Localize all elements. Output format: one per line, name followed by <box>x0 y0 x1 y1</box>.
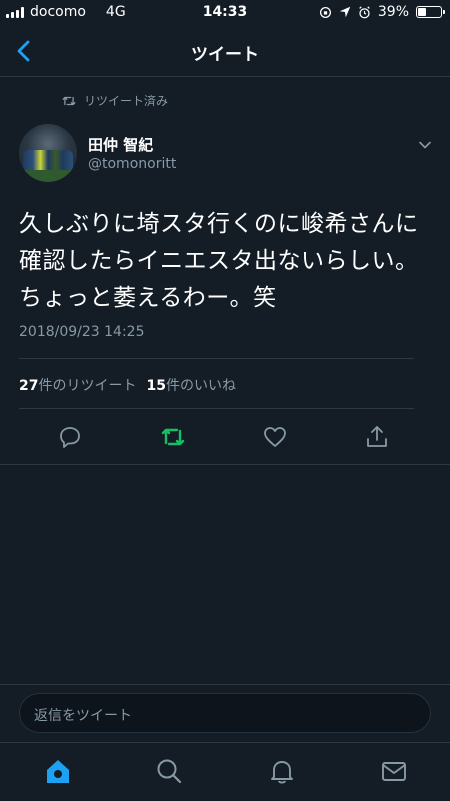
location-icon <box>339 6 351 18</box>
tweet-actions <box>0 424 450 454</box>
home-icon[interactable] <box>44 757 72 785</box>
bell-icon[interactable] <box>268 757 296 785</box>
avatar-photo-field <box>19 170 77 182</box>
battery-icon <box>416 6 445 18</box>
chevron-down-icon[interactable] <box>418 138 432 152</box>
avatar-photo-crowd <box>23 150 73 172</box>
reply-input[interactable]: 返信をツイート <box>19 693 431 733</box>
page-title: ツイート <box>191 45 259 65</box>
avatar[interactable] <box>19 124 77 182</box>
tweet-stats: 27件のリツイート 15件のいいね <box>19 375 236 395</box>
divider <box>0 464 450 465</box>
divider <box>19 408 414 409</box>
like-stat-label: 件のいいね <box>165 378 236 394</box>
share-icon[interactable] <box>364 424 390 450</box>
reply-bar: 返信をツイート <box>0 684 450 743</box>
retweet-count: 27 <box>19 378 39 394</box>
search-icon[interactable] <box>155 757 183 785</box>
orientation-lock-icon <box>319 6 331 18</box>
divider <box>19 358 414 359</box>
retweet-icon <box>62 96 76 105</box>
status-bar: docomo 4G 14:33 39% <box>0 0 450 26</box>
tweet-timestamp: 2018/09/23 14:25 <box>19 324 145 340</box>
tweet-text: 久しぶりに埼スタ行くのに峻希さんに確認したらイニエスタ出ないらしい。ちょっと萎え… <box>19 211 419 311</box>
retweet-icon[interactable] <box>160 424 186 450</box>
status-bar-right: 39% <box>319 4 445 20</box>
battery-fill <box>418 8 426 16</box>
heart-icon[interactable] <box>262 424 288 450</box>
retweeted-indicator: リツイート済み <box>62 92 168 109</box>
like-count: 15 <box>146 378 166 394</box>
retweet-stat[interactable]: 27件のリツイート <box>19 375 136 395</box>
author-display-name[interactable]: 田仲 智紀 <box>88 134 153 155</box>
battery-label: 39% <box>377 4 409 20</box>
reply-icon[interactable] <box>57 424 83 450</box>
retweet-stat-label: 件のリツイート <box>38 378 137 394</box>
author-handle[interactable]: @tomonoritt <box>88 156 176 172</box>
alarm-icon <box>359 5 370 18</box>
retweet-label: リツイート済み <box>84 94 169 108</box>
nav-bar: ツイート <box>0 26 450 77</box>
mail-icon[interactable] <box>380 757 408 785</box>
like-stat[interactable]: 15件のいいね <box>146 375 235 395</box>
tab-bar <box>0 742 450 801</box>
